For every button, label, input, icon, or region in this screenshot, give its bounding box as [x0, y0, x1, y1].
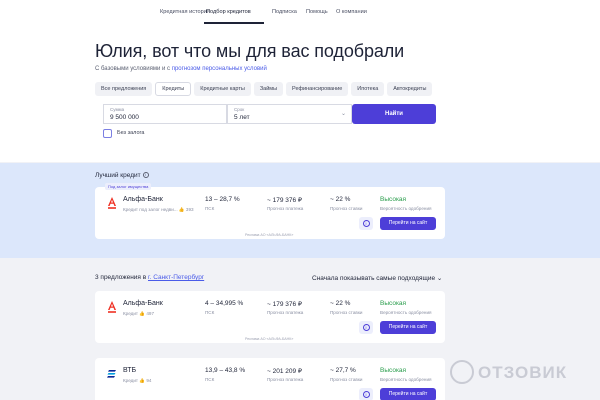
bank-name: Альфа-Банк: [123, 196, 163, 203]
tab-credit-cards[interactable]: Кредитные карты: [194, 82, 251, 96]
term-select[interactable]: Срок 5 лет ⌄: [227, 104, 352, 124]
alfa-bank-logo-icon: [108, 197, 116, 209]
thumbs-up-icon: 👍: [139, 378, 146, 383]
top-nav: Кредитная история Подбор кредитов Подпис…: [0, 0, 600, 26]
find-button[interactable]: Найти: [352, 104, 436, 124]
amount-label: Сумма: [110, 107, 125, 112]
nav-link-subscription[interactable]: Подписка: [272, 9, 297, 15]
predicted-rate-label: Прогноз ставки: [330, 377, 363, 382]
info-icon: i: [362, 391, 370, 398]
details-button[interactable]: i: [359, 321, 373, 334]
ad-disclaimer: Реклама АО «АЛЬФА-БАНК»: [245, 337, 294, 341]
details-button[interactable]: i: [359, 388, 373, 400]
rate-label: ПСК: [205, 206, 215, 211]
tab-microloans[interactable]: Займы: [253, 82, 284, 96]
nav-link-credit-history[interactable]: Кредитная история: [160, 9, 210, 15]
go-to-site-button[interactable]: Перейти на сайт: [380, 321, 436, 334]
nav-active-indicator: [204, 22, 264, 24]
best-offer-card: Под залог имущества Альфа-Банк Кредит по…: [95, 183, 445, 239]
offers-count: 3 предложения в г. Санкт-Петербург: [95, 274, 205, 281]
alfa-bank-logo-icon: [108, 301, 116, 313]
best-credit-section: Лучший кредит i Под залог имущества Альфа…: [0, 163, 600, 258]
collateral-tag: Под залог имущества: [105, 183, 152, 190]
go-to-site-button[interactable]: Перейти на сайт: [380, 217, 436, 230]
predicted-rate-label: Прогноз ставки: [330, 310, 363, 315]
bank-name: Альфа-Банк: [123, 300, 163, 307]
term-value: 5 лет: [234, 114, 250, 121]
chevron-down-icon: ⌄: [340, 111, 346, 117]
personal-terms-link[interactable]: прогнозом персональных условий: [172, 66, 267, 72]
thumbs-up-icon: 👍: [139, 311, 146, 316]
page-title: Юлия, вот что мы для вас подобрали: [95, 41, 405, 61]
rate-label: ПСК: [205, 377, 215, 382]
otzovik-watermark: ОТЗОВИК: [450, 358, 600, 390]
bank-product: Кредит 👍 94: [123, 378, 152, 383]
approval-probability: Высокая: [380, 367, 407, 374]
bank-name: ВТБ: [123, 367, 137, 374]
nav-link-loan-selection[interactable]: Подбор кредитов: [206, 9, 251, 15]
payment-value: ~ 179 376 ₽: [267, 301, 303, 308]
details-button[interactable]: i: [359, 217, 373, 230]
offer-card-vtb: ВТБ Кредит 👍 94 13,9 – 43,8 % ПСК ~ 201 …: [95, 358, 445, 400]
watermark-logo-icon: [450, 360, 474, 384]
rate-value: 13 – 28,7 %: [205, 196, 240, 203]
predicted-rate-label: Прогноз ставки: [330, 206, 363, 211]
approval-probability-label: Вероятность одобрения: [380, 377, 432, 382]
subtitle-text: С базовыми условиями и с: [95, 66, 171, 72]
sort-dropdown[interactable]: Сначала показывать самые подходящие ⌄: [312, 274, 442, 282]
approval-probability: Высокая: [380, 196, 407, 203]
nav-link-about[interactable]: О компании: [336, 9, 367, 15]
info-icon[interactable]: i: [142, 172, 149, 179]
thumbs-up-icon: 👍: [178, 207, 185, 212]
info-icon: i: [362, 220, 370, 227]
payment-value: ~ 179 376 ₽: [267, 197, 303, 204]
predicted-rate-value: ~ 27,7 %: [330, 367, 356, 374]
go-to-site-button[interactable]: Перейти на сайт: [380, 388, 436, 400]
payment-label: Прогноз платежа: [267, 206, 304, 211]
header-section: Юлия, вот что мы для вас подобрали С баз…: [0, 26, 600, 162]
approval-probability: Высокая: [380, 300, 407, 307]
best-credit-title: Лучший кредит: [95, 172, 141, 179]
offer-card-alfa: Альфа-Банк Кредит 👍 497 4 – 34,995 % ПСК…: [95, 291, 445, 343]
payment-label: Прогноз платежа: [267, 310, 304, 315]
rate-value: 4 – 34,995 %: [205, 300, 244, 307]
payment-label: Прогноз платежа: [267, 377, 304, 382]
product-tabs: Все предложения Кредиты Кредитные карты …: [95, 82, 433, 96]
amount-field[interactable]: Сумма 9 500 000: [103, 104, 227, 124]
watermark-text: ОТЗОВИК: [478, 363, 568, 382]
no-collateral-checkbox[interactable]: [103, 129, 112, 138]
payment-value: ~ 201 209 ₽: [267, 368, 303, 375]
tab-mortgage[interactable]: Ипотека: [351, 82, 385, 96]
vtb-logo-icon: [107, 370, 116, 378]
info-icon: i: [362, 324, 370, 331]
approval-probability-label: Вероятность одобрения: [380, 206, 432, 211]
nav-link-help[interactable]: Помощь: [306, 9, 328, 15]
rate-label: ПСК: [205, 310, 215, 315]
city-link[interactable]: г. Санкт-Петербург: [148, 274, 204, 281]
tab-all-offers[interactable]: Все предложения: [95, 82, 153, 96]
page-subtitle: С базовыми условиями и с прогнозом персо…: [95, 66, 267, 72]
term-label: Срок: [234, 107, 245, 112]
predicted-rate-value: ~ 22 %: [330, 196, 351, 203]
ad-disclaimer: Реклама АО «АЛЬФА-БАНК»: [245, 233, 294, 237]
rate-value: 13,9 – 43,8 %: [205, 367, 246, 374]
chevron-down-icon: ⌄: [436, 275, 443, 282]
tab-car-loans[interactable]: Автокредиты: [387, 82, 433, 96]
amount-value: 9 500 000: [110, 114, 139, 121]
approval-probability-label: Вероятность одобрения: [380, 310, 432, 315]
best-credit-heading: Лучший кредит i: [95, 172, 149, 179]
tab-loans[interactable]: Кредиты: [155, 82, 192, 96]
tab-refinancing[interactable]: Рефинансирование: [286, 82, 349, 96]
bank-product: Кредит 👍 497: [123, 311, 155, 316]
bank-product: Кредит под залог недви... 👍 393: [123, 207, 194, 212]
no-collateral-label: Без залога: [117, 130, 145, 136]
predicted-rate-value: ~ 22 %: [330, 300, 351, 307]
